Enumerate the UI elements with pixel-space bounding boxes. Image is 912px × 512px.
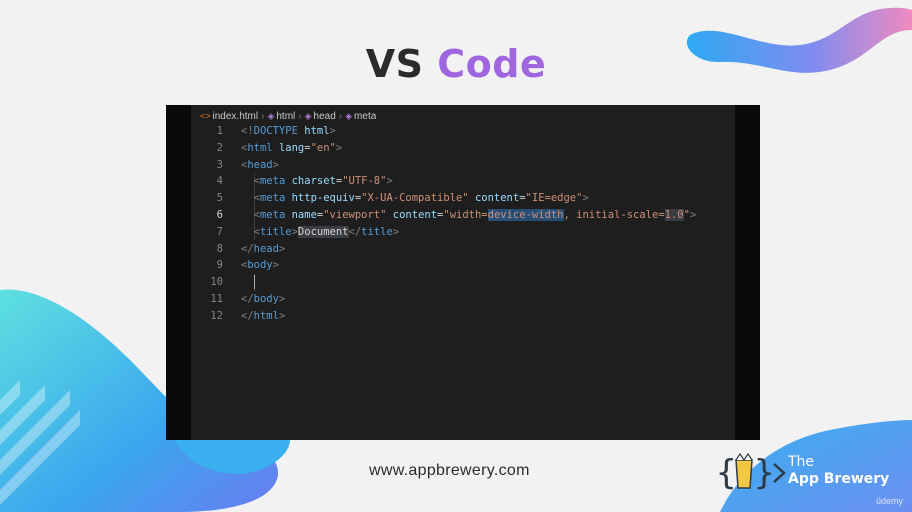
brand-name: App Brewery: [788, 471, 890, 487]
editor-right-edge: [735, 105, 760, 440]
title-vs: VS: [365, 42, 424, 86]
footer-url: www.appbrewery.com: [369, 462, 530, 479]
editor-left-edge: [166, 105, 191, 440]
code-line[interactable]: 12 </html>: [191, 308, 696, 325]
chevron-right-icon: ›: [298, 111, 302, 122]
text-cursor: [253, 275, 255, 290]
code-line[interactable]: 7 <title>Document</title>: [191, 224, 696, 241]
udemy-watermark: ûdemy: [876, 496, 904, 506]
html-tag-icon: ◈: [304, 111, 312, 121]
line-number: 3: [216, 158, 223, 171]
line-number: 8: [216, 242, 223, 255]
line-number: 12: [210, 309, 223, 322]
code-line[interactable]: 8 </head>: [191, 241, 696, 258]
breadcrumb-item-meta[interactable]: ◈ meta: [345, 111, 376, 122]
brand-the: The: [788, 454, 815, 470]
code-line[interactable]: 4 <meta charset="UTF-8">: [191, 173, 696, 190]
line-number: 7: [216, 225, 223, 238]
html-file-icon: <>: [200, 111, 211, 121]
breadcrumb: <> index.html › ◈ html › ◈ head › ◈ meta: [200, 111, 376, 122]
selected-text[interactable]: device-width: [487, 208, 564, 221]
title-code: Code: [437, 42, 547, 86]
line-number: 5: [216, 192, 223, 205]
line-number: 11: [210, 292, 223, 305]
line-number: 9: [216, 259, 223, 272]
line-number: 10: [210, 276, 223, 289]
chevron-right-icon: ›: [338, 111, 343, 122]
breadcrumb-item-file[interactable]: <> index.html: [200, 111, 258, 122]
svg-text:{: {: [716, 453, 736, 493]
svg-text:}: }: [754, 453, 774, 493]
breadcrumb-label: head: [313, 111, 336, 122]
breadcrumb-label: index.html: [212, 111, 259, 122]
code-line[interactable]: 11 </body>: [191, 291, 696, 308]
code-editor[interactable]: <> index.html › ◈ html › ◈ head › ◈ meta 1 <!DOCTYP…: [166, 105, 760, 440]
line-number: 6: [216, 208, 223, 221]
code-line[interactable]: 10: [191, 274, 696, 291]
code-line[interactable]: 2 <html lang="en">: [191, 140, 696, 157]
breadcrumb-item-html[interactable]: ◈ html: [267, 111, 295, 122]
breadcrumb-label: meta: [354, 111, 377, 122]
code-area[interactable]: 1 <!DOCTYPE html> 2 <html lang="en"> 3 <hea…: [191, 123, 696, 325]
html-tag-icon: ◈: [267, 111, 275, 121]
html-tag-icon: ◈: [345, 111, 353, 121]
line-number: 4: [216, 175, 223, 188]
brand-text: The App Brewery: [788, 454, 889, 488]
chevron-right-icon: ›: [261, 111, 265, 122]
breadcrumb-label: html: [276, 111, 296, 122]
line-number: 2: [216, 141, 223, 154]
code-line-active[interactable]: 6 <meta name="viewport" content="width=d…: [191, 207, 696, 224]
breadcrumb-item-head[interactable]: ◈ head: [305, 111, 336, 122]
code-line[interactable]: 5 <meta http-equiv="X-UA-Compatible" con…: [191, 190, 696, 207]
code-line[interactable]: 3 <head>: [191, 157, 696, 174]
line-number: 1: [216, 125, 223, 137]
slide-title: VS Code: [0, 42, 912, 86]
code-line[interactable]: 9 <body>: [191, 257, 696, 274]
code-line[interactable]: 1 <!DOCTYPE html>: [191, 123, 696, 140]
